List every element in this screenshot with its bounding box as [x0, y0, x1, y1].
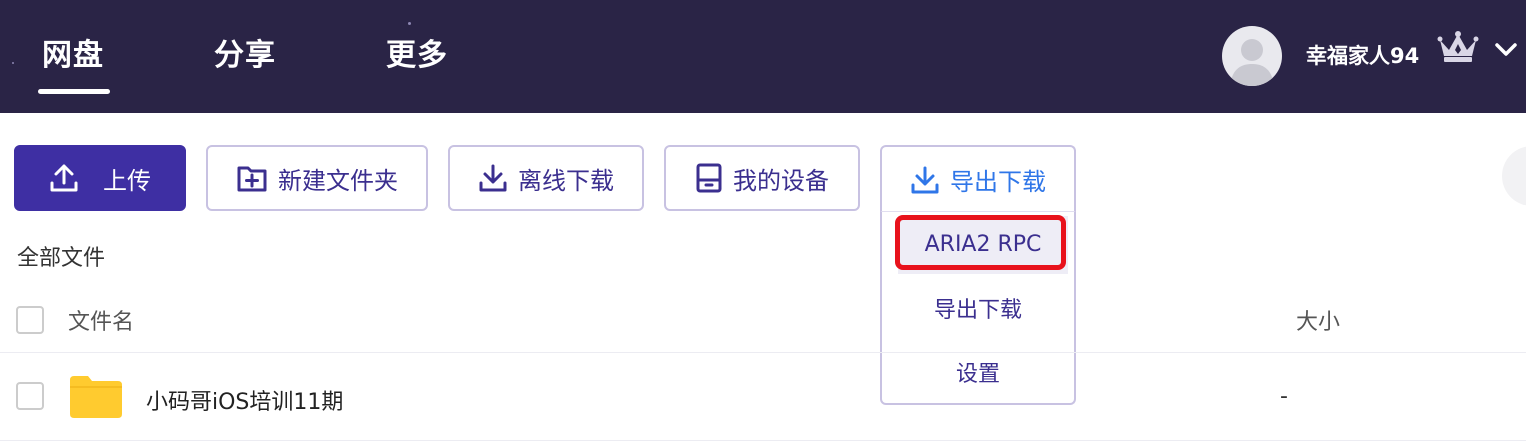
offline-download-button[interactable]: 离线下载	[448, 145, 644, 211]
chevron-down-icon[interactable]	[1494, 42, 1518, 58]
decor-star	[12, 62, 14, 64]
export-download-button[interactable]: 导出下载	[880, 145, 1076, 212]
download-icon	[910, 165, 940, 195]
folder-icon	[70, 376, 122, 418]
new-folder-icon	[236, 163, 268, 193]
my-devices-button[interactable]: 我的设备	[664, 145, 860, 211]
top-nav-bar: 网盘 分享 更多 幸福家人94	[0, 0, 1526, 113]
table-divider	[0, 352, 1526, 353]
file-name[interactable]: 小码哥iOS培训11期	[146, 384, 343, 416]
file-size: -	[1280, 384, 1288, 409]
partial-circle-button[interactable]	[1502, 146, 1526, 206]
download-icon	[478, 163, 508, 193]
column-header-name[interactable]: 文件名	[68, 304, 134, 336]
table-divider	[0, 440, 1526, 441]
menu-item-export-download[interactable]: 导出下载	[882, 292, 1074, 324]
nav-active-indicator	[38, 89, 110, 94]
export-download-button-label: 导出下载	[950, 168, 1046, 196]
username[interactable]: 幸福家人94	[1306, 40, 1419, 70]
user-silhouette-icon	[1230, 39, 1274, 86]
row-checkbox[interactable]	[16, 382, 44, 410]
upload-button-label: 上传	[103, 166, 151, 195]
nav-tab-netdisk[interactable]: 网盘	[42, 30, 104, 74]
upload-button[interactable]: 上传	[14, 145, 186, 211]
avatar[interactable]	[1222, 26, 1282, 86]
highlight-annotation-box	[895, 215, 1066, 270]
offline-download-button-label: 离线下载	[518, 166, 614, 195]
breadcrumb[interactable]: 全部文件	[17, 240, 105, 272]
column-header-size[interactable]: 大小	[1296, 304, 1340, 336]
upload-icon	[49, 163, 79, 193]
my-devices-button-label: 我的设备	[733, 166, 829, 195]
decor-star	[408, 22, 411, 25]
nav-tab-more[interactable]: 更多	[386, 30, 448, 74]
new-folder-button[interactable]: 新建文件夹	[206, 145, 428, 211]
menu-item-settings[interactable]: 设置	[882, 356, 1074, 388]
select-all-checkbox[interactable]	[16, 306, 44, 334]
device-icon	[695, 162, 723, 194]
crown-icon	[1437, 31, 1479, 62]
nav-tab-share[interactable]: 分享	[214, 30, 276, 74]
new-folder-button-label: 新建文件夹	[278, 166, 398, 195]
